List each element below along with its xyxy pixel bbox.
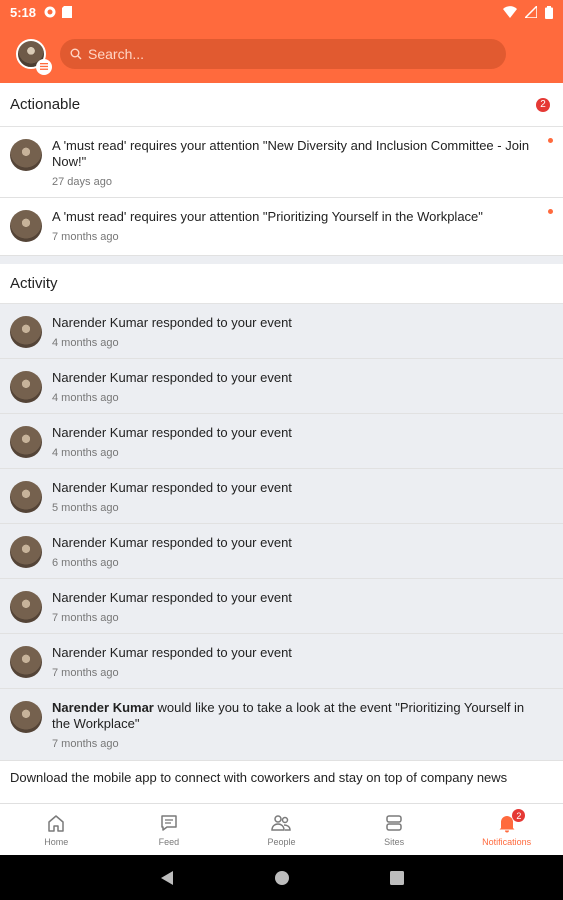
notification-text: Narender Kumar responded to your event bbox=[52, 645, 292, 660]
sd-card-icon bbox=[62, 6, 73, 18]
notification-time: 4 months ago bbox=[52, 392, 119, 404]
notification-time: 27 days ago bbox=[52, 176, 112, 188]
search-input[interactable] bbox=[88, 45, 468, 62]
wifi-icon bbox=[503, 6, 517, 18]
app-header bbox=[0, 24, 563, 83]
nav-label: Notifications bbox=[482, 836, 532, 847]
system-navigation-bar bbox=[0, 855, 563, 900]
list-item[interactable]: A 'must read' requires your attention "N… bbox=[0, 127, 563, 198]
avatar bbox=[10, 646, 42, 678]
avatar bbox=[10, 316, 42, 348]
menu-icon bbox=[36, 58, 52, 75]
activity-section-header: Activity bbox=[0, 264, 563, 304]
signal-icon bbox=[525, 6, 537, 18]
list-item[interactable]: Narender Kumar responded to your event 5 … bbox=[0, 469, 563, 524]
home-icon bbox=[48, 814, 65, 832]
nav-sites[interactable]: Sites bbox=[338, 804, 451, 855]
people-icon bbox=[271, 814, 292, 831]
avatar bbox=[10, 481, 42, 513]
notification-time: 6 months ago bbox=[52, 557, 119, 569]
notification-text: Narender Kumar responded to your event bbox=[52, 590, 292, 605]
notification-time: 4 months ago bbox=[52, 337, 119, 349]
unread-dot-icon bbox=[548, 209, 553, 214]
nav-feed[interactable]: Feed bbox=[113, 804, 226, 855]
nav-label: Sites bbox=[384, 836, 405, 847]
bottom-navigation: Home Feed People Sites 2 Notifications bbox=[0, 803, 563, 855]
feed-icon bbox=[161, 814, 177, 831]
notification-text: Narender Kumar responded to your event bbox=[52, 535, 292, 550]
banner-text: Download the mobile app to connect with … bbox=[10, 770, 508, 785]
actionable-count-badge: 2 bbox=[536, 97, 550, 112]
notification-text: Narender Kumar responded to your event bbox=[52, 315, 292, 330]
notification-text: Narender Kumar would like you to take a … bbox=[52, 700, 539, 732]
status-bar: 5:18 bbox=[0, 0, 563, 24]
notification-time: 5 months ago bbox=[52, 502, 119, 514]
avatar bbox=[10, 701, 42, 733]
list-item[interactable]: Narender Kumar would like you to take a … bbox=[0, 689, 563, 761]
avatar bbox=[10, 591, 42, 623]
avatar bbox=[10, 426, 42, 458]
download-app-banner[interactable]: Download the mobile app to connect with … bbox=[0, 761, 563, 803]
section-title: Actionable bbox=[10, 96, 81, 113]
avatar bbox=[10, 210, 42, 242]
battery-icon bbox=[545, 5, 553, 19]
app-notification-icon bbox=[44, 6, 56, 18]
status-time: 5:18 bbox=[10, 4, 37, 20]
section-title: Activity bbox=[10, 275, 58, 292]
nav-notifications[interactable]: 2 Notifications bbox=[450, 804, 563, 855]
nav-people[interactable]: People bbox=[225, 804, 338, 855]
notification-time: 7 months ago bbox=[52, 612, 119, 624]
notifications-list[interactable]: Actionable 2 A 'must read' requires your… bbox=[0, 83, 563, 803]
notification-text: Narender Kumar responded to your event bbox=[52, 370, 292, 385]
notification-time: 7 months ago bbox=[52, 738, 119, 750]
nav-home[interactable]: Home bbox=[0, 804, 113, 855]
notification-text: Narender Kumar responded to your event bbox=[52, 480, 292, 495]
back-icon[interactable] bbox=[160, 870, 174, 886]
notification-text: A 'must read' requires your attention "P… bbox=[52, 209, 483, 224]
home-button-icon[interactable] bbox=[274, 870, 290, 886]
actionable-section-header: Actionable 2 bbox=[0, 83, 563, 127]
notification-text: A 'must read' requires your attention "N… bbox=[52, 138, 530, 169]
notification-time: 7 months ago bbox=[52, 231, 119, 243]
search-bar[interactable] bbox=[60, 38, 506, 69]
list-item[interactable]: Narender Kumar responded to your event 4 … bbox=[0, 414, 563, 469]
notification-count-badge: 2 bbox=[512, 809, 526, 822]
recents-icon[interactable] bbox=[389, 870, 404, 885]
list-item[interactable]: Narender Kumar responded to your event 4 … bbox=[0, 359, 563, 414]
list-item[interactable]: Narender Kumar responded to your event 6 … bbox=[0, 524, 563, 579]
avatar bbox=[10, 536, 42, 568]
avatar bbox=[10, 371, 42, 403]
section-divider bbox=[0, 256, 563, 264]
nav-label: People bbox=[267, 836, 296, 847]
notification-time: 4 months ago bbox=[52, 447, 119, 459]
sites-icon bbox=[386, 814, 402, 831]
nav-label: Home bbox=[44, 836, 69, 847]
notification-text: Narender Kumar responded to your event bbox=[52, 425, 292, 440]
notification-time: 7 months ago bbox=[52, 667, 119, 679]
list-item[interactable]: Narender Kumar responded to your event 4 … bbox=[0, 304, 563, 359]
nav-label: Feed bbox=[158, 836, 180, 847]
avatar bbox=[10, 139, 42, 171]
user-name: Narender Kumar bbox=[52, 700, 154, 715]
search-icon bbox=[70, 48, 82, 59]
list-item[interactable]: Narender Kumar responded to your event 7 … bbox=[0, 579, 563, 634]
list-item[interactable]: Narender Kumar responded to your event 7 … bbox=[0, 634, 563, 689]
unread-dot-icon bbox=[548, 138, 553, 143]
list-item[interactable]: A 'must read' requires your attention "P… bbox=[0, 198, 563, 256]
profile-menu-button[interactable] bbox=[16, 38, 52, 75]
